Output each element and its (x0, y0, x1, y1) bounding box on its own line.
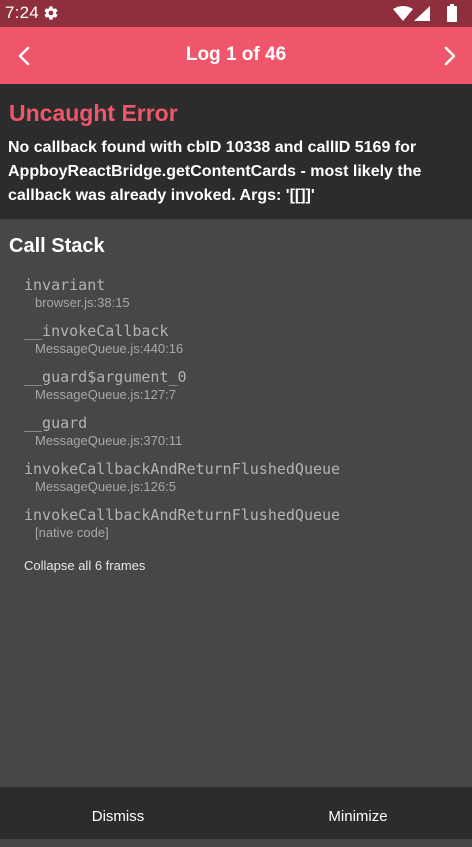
status-bar: 7:24 (0, 0, 472, 27)
frame-function: __guard$argument_0 (24, 368, 187, 386)
stack-frame[interactable]: invariant browser.js:38:15 (24, 276, 130, 311)
frame-function: __guard (24, 414, 88, 432)
frame-function: invariant (24, 276, 106, 294)
frame-location: MessageQueue.js:440:16 (35, 341, 184, 356)
stack-frame[interactable]: __guard$argument_0 MessageQueue.js:127:7 (24, 368, 187, 403)
frame-location: [native code] (35, 525, 109, 540)
dismiss-button[interactable]: Dismiss (0, 787, 236, 839)
frame-function: invokeCallbackAndReturnFlushedQueue (24, 506, 341, 524)
stack-frame[interactable]: __invokeCallback MessageQueue.js:440:16 (24, 322, 183, 357)
frame-function: __invokeCallback (24, 322, 169, 340)
stack-frame[interactable]: __guard MessageQueue.js:370:11 (24, 414, 182, 449)
gear-icon (44, 6, 58, 20)
call-stack-title: Call Stack (9, 235, 105, 257)
frame-function: invokeCallbackAndReturnFlushedQueue (24, 460, 341, 478)
status-time: 7:24 (5, 3, 39, 22)
frame-location: MessageQueue.js:127:7 (35, 387, 176, 402)
call-stack: Call Stack invariant browser.js:38:15 __… (0, 219, 472, 787)
error-title: Uncaught Error (9, 100, 178, 126)
log-header: Log 1 of 46 (0, 27, 472, 84)
chevron-right-icon[interactable] (440, 45, 460, 67)
collapse-frames-link[interactable]: Collapse all 6 frames (24, 558, 145, 573)
stack-frame[interactable]: invokeCallbackAndReturnFlushedQueue Mess… (24, 460, 340, 495)
wifi-icon (393, 6, 413, 21)
error-box: Uncaught Error No callback found with cb… (0, 84, 472, 219)
footer-actions: Dismiss Minimize (0, 787, 472, 839)
battery-icon (447, 4, 457, 22)
error-message: No callback found with cbID 10338 and ca… (8, 139, 422, 204)
minimize-button[interactable]: Minimize (240, 787, 472, 839)
frame-location: MessageQueue.js:370:11 (35, 433, 183, 448)
stack-frame[interactable]: invokeCallbackAndReturnFlushedQueue [nat… (24, 506, 340, 541)
frame-location: MessageQueue.js:126:5 (35, 479, 176, 494)
log-title: Log 1 of 46 (185, 44, 287, 65)
signal-icon (414, 6, 430, 21)
frame-location: browser.js:38:15 (35, 295, 130, 310)
